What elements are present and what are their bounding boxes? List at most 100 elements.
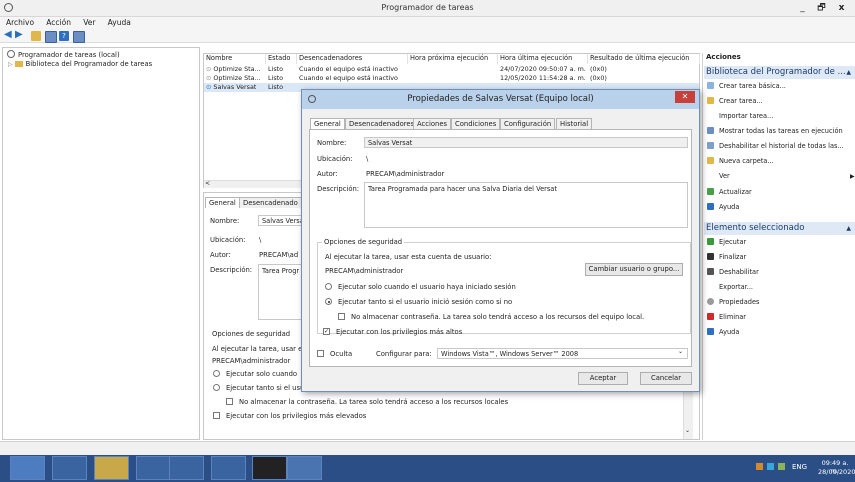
col-header-name[interactable]: Nombre bbox=[204, 54, 266, 64]
collapse-icon[interactable]: ▲ bbox=[846, 222, 851, 235]
action-create-task[interactable]: Crear tarea... bbox=[707, 95, 763, 108]
toolbar: ◀ ▶ ? bbox=[0, 29, 855, 43]
help-icon[interactable]: ? bbox=[59, 31, 69, 41]
ok-button[interactable]: Aceptar bbox=[578, 372, 628, 385]
clock-icon bbox=[7, 50, 15, 58]
hidden-checkbox[interactable] bbox=[317, 350, 324, 357]
detail-tab-general[interactable]: General bbox=[205, 197, 240, 208]
table-row[interactable]: ⊙ Optimize Sta... Listo Cuando el equipo… bbox=[204, 65, 699, 74]
action-refresh[interactable]: Actualizar bbox=[707, 186, 752, 199]
tab-settings[interactable]: Configuración bbox=[500, 118, 556, 129]
command-prompt-icon[interactable] bbox=[252, 456, 287, 480]
scroll-left-icon[interactable]: < bbox=[205, 180, 210, 187]
row-result: (0x0) bbox=[590, 74, 607, 82]
row-last-run: 12/05/2020 11:54:28 a. m. bbox=[500, 74, 586, 82]
action-show-running[interactable]: Mostrar todas las tareas en ejecución bbox=[707, 125, 843, 138]
highest-privileges-checkbox[interactable]: ✓ bbox=[323, 328, 330, 335]
nostore-checkbox[interactable] bbox=[338, 313, 345, 320]
detail-radio-whether[interactable] bbox=[213, 384, 220, 391]
col-header-triggers[interactable]: Desencadenadores bbox=[297, 54, 408, 64]
action-run[interactable]: Ejecutar bbox=[707, 236, 746, 249]
remote-desktop-icon[interactable] bbox=[169, 456, 204, 480]
detail-radio-logged-label: Ejecutar solo cuando bbox=[226, 370, 298, 378]
col-header-last-result[interactable]: Resultado de última ejecución bbox=[588, 54, 700, 64]
tree-item-library[interactable]: ▷ Biblioteca del Programador de tareas bbox=[8, 60, 152, 69]
tray-icon[interactable] bbox=[756, 463, 763, 470]
action-help[interactable]: Ayuda bbox=[707, 201, 739, 214]
action-end[interactable]: Finalizar bbox=[707, 251, 746, 264]
actions-pane: Acciones Biblioteca del Programador de .… bbox=[702, 53, 855, 440]
detail-highest-checkbox[interactable] bbox=[213, 412, 220, 419]
detail-name-label: Nombre: bbox=[210, 217, 240, 225]
minimize-button[interactable]: _ bbox=[792, 2, 813, 15]
detail-radio-logged[interactable] bbox=[213, 370, 220, 377]
action-view[interactable]: Ver ▶ bbox=[707, 170, 855, 183]
col-header-next-run[interactable]: Hora próxima ejecución bbox=[408, 54, 498, 64]
col-header-status[interactable]: Estado bbox=[266, 54, 297, 64]
action-pane-icon[interactable] bbox=[73, 31, 85, 43]
detail-tab-triggers[interactable]: Desencadenado bbox=[239, 197, 302, 208]
server-manager-icon[interactable] bbox=[10, 456, 45, 480]
row-status: Listo bbox=[268, 83, 284, 91]
action-new-folder[interactable]: Nueva carpeta... bbox=[707, 155, 774, 168]
back-icon[interactable]: ◀ bbox=[4, 29, 12, 40]
delete-icon bbox=[707, 313, 714, 320]
actions-section-library[interactable]: Biblioteca del Programador de ... ▲ bbox=[704, 66, 855, 79]
action-export[interactable]: Exportar... bbox=[707, 281, 753, 294]
nostore-label: No almacenar contraseña. La tarea solo t… bbox=[351, 313, 645, 321]
network-icon[interactable] bbox=[136, 456, 171, 480]
scroll-down-icon[interactable]: ⌄ bbox=[685, 427, 690, 434]
detail-nostore-checkbox[interactable] bbox=[226, 398, 233, 405]
menu-ver[interactable]: Ver bbox=[83, 18, 95, 27]
action-delete[interactable]: Eliminar bbox=[707, 311, 746, 324]
maximize-button[interactable]: 🗗 bbox=[811, 2, 832, 15]
expand-arrow-icon[interactable]: ▷ bbox=[8, 61, 13, 68]
tab-conditions[interactable]: Condiciones bbox=[451, 118, 501, 129]
folder-up-icon[interactable] bbox=[31, 31, 41, 41]
description-field[interactable]: Tarea Programada para hacer una Salva Di… bbox=[364, 182, 688, 228]
tab-history[interactable]: Historial bbox=[556, 118, 593, 129]
name-field[interactable]: Salvas Versat bbox=[364, 137, 688, 148]
radio-whether-logged[interactable] bbox=[325, 298, 332, 305]
action-help-selected[interactable]: Ayuda bbox=[707, 326, 739, 339]
file-explorer-icon[interactable] bbox=[94, 456, 129, 480]
configure-select[interactable]: Windows Vista™, Windows Server™ 2008 bbox=[437, 348, 688, 359]
menu-bar: Archivo Acción Ver Ayuda bbox=[0, 17, 855, 29]
radio-logged-on[interactable] bbox=[325, 283, 332, 290]
radio-logged-on-label: Ejecutar solo cuando el usuario haya ini… bbox=[338, 283, 516, 291]
dialog-close-button[interactable]: ✕ bbox=[675, 91, 695, 103]
menu-archivo[interactable]: Archivo bbox=[6, 18, 34, 27]
action-disable-history[interactable]: Deshabilitar el historial de todas las..… bbox=[707, 140, 844, 153]
action-properties[interactable]: Propiedades bbox=[707, 296, 759, 309]
powershell-icon[interactable] bbox=[52, 456, 87, 480]
location-label: Ubicación: bbox=[317, 155, 353, 163]
cancel-button[interactable]: Cancelar bbox=[640, 372, 692, 385]
import-icon bbox=[707, 112, 714, 119]
language-indicator[interactable]: ENG bbox=[792, 463, 807, 471]
col-header-last-run[interactable]: Hora última ejecución bbox=[498, 54, 588, 64]
menu-ayuda[interactable]: Ayuda bbox=[108, 18, 131, 27]
action-disable[interactable]: Deshabilitar bbox=[707, 266, 759, 279]
table-row[interactable]: ⊙ Optimize Sta... Listo Cuando el equipo… bbox=[204, 74, 699, 83]
chevron-down-icon[interactable]: ⌄ bbox=[678, 348, 683, 355]
forward-icon[interactable]: ▶ bbox=[15, 29, 23, 40]
help-icon bbox=[707, 328, 714, 335]
task-scheduler-icon[interactable] bbox=[287, 456, 322, 480]
close-button[interactable]: x bbox=[831, 2, 852, 15]
collapse-icon[interactable]: ▲ bbox=[846, 66, 851, 79]
menu-accion[interactable]: Acción bbox=[46, 18, 71, 27]
show-hide-tree-icon[interactable] bbox=[45, 31, 57, 43]
clock-date[interactable]: 28/09/2020 bbox=[818, 468, 855, 476]
row-result: (0x0) bbox=[590, 65, 607, 73]
tab-actions[interactable]: Acciones bbox=[413, 118, 452, 129]
action-create-basic[interactable]: Crear tarea básica... bbox=[707, 80, 786, 93]
detail-author-value: PRECAM\ad bbox=[259, 251, 299, 259]
action-import-task[interactable]: Importar tarea... bbox=[707, 110, 773, 123]
tab-triggers[interactable]: Desencadenadores bbox=[345, 118, 419, 129]
actions-section-selected[interactable]: Elemento seleccionado ▲ bbox=[704, 222, 855, 235]
tray-icon[interactable] bbox=[767, 463, 774, 470]
tree-root[interactable]: Programador de tareas (local) bbox=[7, 50, 120, 59]
app-icon[interactable] bbox=[211, 456, 246, 480]
change-user-button[interactable]: Cambiar usuario o grupo... bbox=[585, 263, 683, 276]
tray-icon[interactable] bbox=[778, 463, 785, 470]
